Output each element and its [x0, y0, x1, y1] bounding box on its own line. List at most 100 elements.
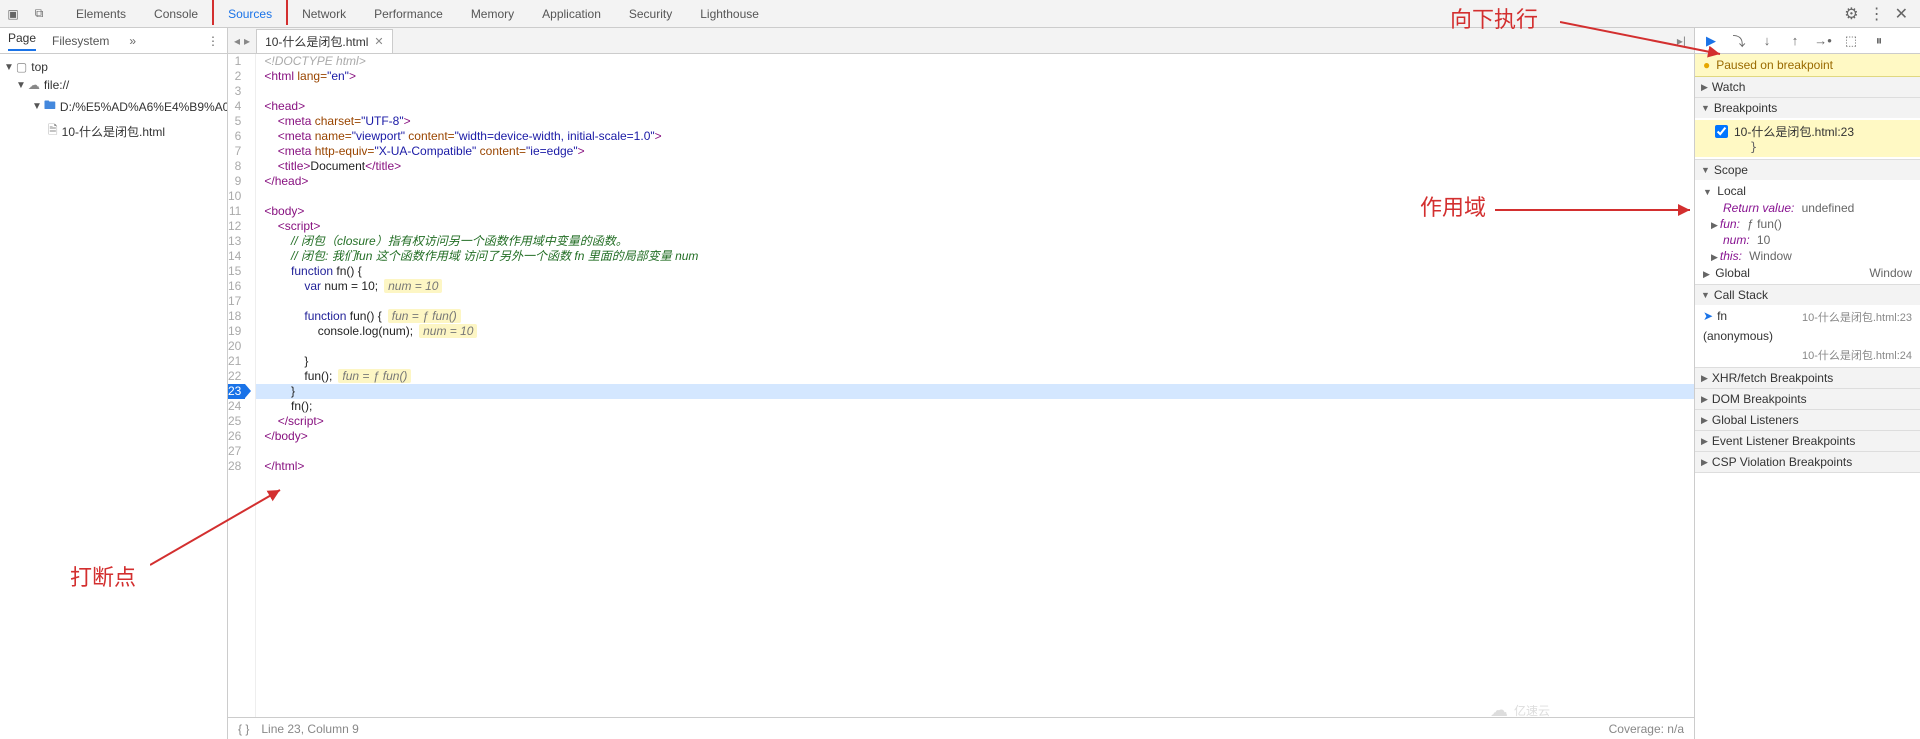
scope-fun[interactable]: ▶fun: ƒ fun() — [1695, 216, 1920, 232]
line-number[interactable]: 2 — [228, 69, 245, 84]
devtools-tabs: Elements Console Sources Network Perform… — [62, 0, 773, 27]
close-icon[interactable]: ✕ — [1895, 4, 1908, 24]
line-number[interactable]: 1 — [228, 54, 245, 69]
tree-top[interactable]: ▼ ▢ top — [0, 58, 227, 76]
scope-global[interactable]: ▶ GlobalWindow — [1695, 264, 1920, 282]
bp-label: 10-什么是闭包.html:23 — [1734, 123, 1912, 140]
debug-toolbar: ▶ ⤵ ↓ ↑ →• ⬚ ⏸ — [1695, 28, 1920, 54]
tab-security[interactable]: Security — [615, 0, 686, 27]
nav-more-icon[interactable]: » — [129, 34, 136, 48]
line-number[interactable]: 14 — [228, 249, 245, 264]
line-number[interactable]: 22 — [228, 369, 245, 384]
pause-exceptions-icon[interactable]: ⏸ — [1869, 31, 1889, 51]
caret-down-icon: ▼ — [16, 80, 26, 91]
line-gutter[interactable]: 1234567891011121314151617181920212223242… — [228, 54, 256, 717]
navigator-pane: Page Filesystem » ⋮ ▼ ▢ top ▼ ☁ file:// … — [0, 28, 228, 739]
panel-cs-header[interactable]: ▼Call Stack — [1695, 285, 1920, 305]
bp-checkbox[interactable] — [1715, 125, 1728, 138]
line-number[interactable]: 9 — [228, 174, 245, 189]
panel-xhr[interactable]: ▶XHR/fetch Breakpoints — [1695, 368, 1920, 388]
line-number[interactable]: 4 — [228, 99, 245, 114]
line-number[interactable]: 5 — [228, 114, 245, 129]
line-number[interactable]: 16 — [228, 279, 245, 294]
tree-top-label: top — [31, 60, 48, 74]
tree-folder[interactable]: ▼ 🖿 D:/%E5%AD%A6%E4%B9%A0% — [0, 94, 227, 119]
panel-scope-header[interactable]: ▼Scope — [1695, 160, 1920, 180]
deactivate-bp-icon[interactable]: ⬚ — [1841, 31, 1861, 51]
panel-watch-header[interactable]: ▶Watch — [1695, 77, 1920, 97]
tab-network[interactable]: Network — [288, 0, 360, 27]
panel-listeners[interactable]: ▶Global Listeners — [1695, 410, 1920, 430]
line-number[interactable]: 11 — [228, 204, 245, 219]
code-editor[interactable]: 1234567891011121314151617181920212223242… — [228, 54, 1694, 717]
tab-console[interactable]: Console — [140, 0, 212, 27]
callstack-frame[interactable]: ➤fn10-什么是闭包.html:23 — [1695, 307, 1920, 327]
step-out-icon[interactable]: ↑ — [1785, 31, 1805, 51]
panel-watch: ▶Watch — [1695, 77, 1920, 98]
navigator-tabs: Page Filesystem » ⋮ — [0, 28, 227, 54]
nav-tab-page[interactable]: Page — [8, 31, 36, 51]
line-number[interactable]: 18 — [228, 309, 245, 324]
callstack-frame-loc: 10-什么是闭包.html:24 — [1695, 345, 1920, 365]
breakpoint-item[interactable]: 10-什么是闭包.html:23 } — [1695, 120, 1920, 157]
nav-fwd-icon[interactable]: ▸ — [244, 34, 250, 48]
line-number[interactable]: 20 — [228, 339, 245, 354]
line-number[interactable]: 26 — [228, 429, 245, 444]
scope-this[interactable]: ▶this: Window — [1695, 248, 1920, 264]
step-icon[interactable]: →• — [1813, 31, 1833, 51]
cloud-icon: ☁ — [28, 78, 40, 92]
editor-tabs: ◂ ▸ 10-什么是闭包.html ✕ ▸| — [228, 28, 1694, 54]
tab-performance[interactable]: Performance — [360, 0, 457, 27]
step-over-icon[interactable]: ⤵ — [1729, 31, 1749, 51]
maximize-icon[interactable]: ▸| — [1677, 34, 1694, 48]
line-number[interactable]: 8 — [228, 159, 245, 174]
line-number[interactable]: 10 — [228, 189, 245, 204]
line-number[interactable]: 19 — [228, 324, 245, 339]
tree-folder-label: D:/%E5%AD%A6%E4%B9%A0% — [60, 100, 227, 114]
gear-icon[interactable]: ⚙ — [1844, 4, 1858, 24]
line-number[interactable]: 7 — [228, 144, 245, 159]
device-icon[interactable]: ⧉ — [26, 1, 52, 27]
line-number[interactable]: 17 — [228, 294, 245, 309]
line-number[interactable]: 6 — [228, 129, 245, 144]
tab-elements[interactable]: Elements — [62, 0, 140, 27]
editor-nav: ◂ ▸ — [228, 34, 256, 48]
inspect-icon[interactable]: ▣ — [0, 1, 26, 27]
panel-event[interactable]: ▶Event Listener Breakpoints — [1695, 431, 1920, 451]
tab-memory[interactable]: Memory — [457, 0, 528, 27]
tree-file[interactable]: 🗎 10-什么是闭包.html — [0, 119, 227, 144]
panel-scope: ▼Scope ▼ Local Return value: undefined ▶… — [1695, 160, 1920, 285]
nav-tab-filesystem[interactable]: Filesystem — [52, 34, 109, 48]
step-into-icon[interactable]: ↓ — [1757, 31, 1777, 51]
resume-icon[interactable]: ▶ — [1701, 31, 1721, 51]
scope-local[interactable]: ▼ Local — [1695, 182, 1920, 200]
line-number[interactable]: 15 — [228, 264, 245, 279]
panel-dom[interactable]: ▶DOM Breakpoints — [1695, 389, 1920, 409]
tab-sources[interactable]: Sources — [212, 0, 288, 25]
line-number[interactable]: 23 — [228, 384, 245, 399]
line-number[interactable]: 13 — [228, 234, 245, 249]
nav-back-icon[interactable]: ◂ — [234, 34, 240, 48]
paused-text: Paused on breakpoint — [1716, 58, 1833, 72]
panel-bp-header[interactable]: ▼Breakpoints — [1695, 98, 1920, 118]
nav-kebab-icon[interactable]: ⋮ — [207, 34, 227, 48]
callstack-frame[interactable]: (anonymous) — [1695, 327, 1920, 345]
close-tab-icon[interactable]: ✕ — [374, 35, 383, 48]
line-number[interactable]: 27 — [228, 444, 245, 459]
pretty-print-icon[interactable]: { } — [238, 722, 249, 736]
watermark: ☁亿速云 — [1490, 700, 1550, 721]
line-number[interactable]: 25 — [228, 414, 245, 429]
line-number[interactable]: 12 — [228, 219, 245, 234]
tree-scheme[interactable]: ▼ ☁ file:// — [0, 76, 227, 94]
paused-banner: ● Paused on breakpoint — [1695, 54, 1920, 77]
editor-tab-active[interactable]: 10-什么是闭包.html ✕ — [256, 29, 393, 53]
line-number[interactable]: 3 — [228, 84, 245, 99]
panel-callstack: ▼Call Stack ➤fn10-什么是闭包.html:23 (anonymo… — [1695, 285, 1920, 368]
tab-lighthouse[interactable]: Lighthouse — [686, 0, 773, 27]
line-number[interactable]: 21 — [228, 354, 245, 369]
line-number[interactable]: 28 — [228, 459, 245, 474]
kebab-icon[interactable]: ⋮ — [1869, 4, 1885, 24]
panel-csp[interactable]: ▶CSP Violation Breakpoints — [1695, 452, 1920, 472]
line-number[interactable]: 24 — [228, 399, 245, 414]
tab-application[interactable]: Application — [528, 0, 615, 27]
